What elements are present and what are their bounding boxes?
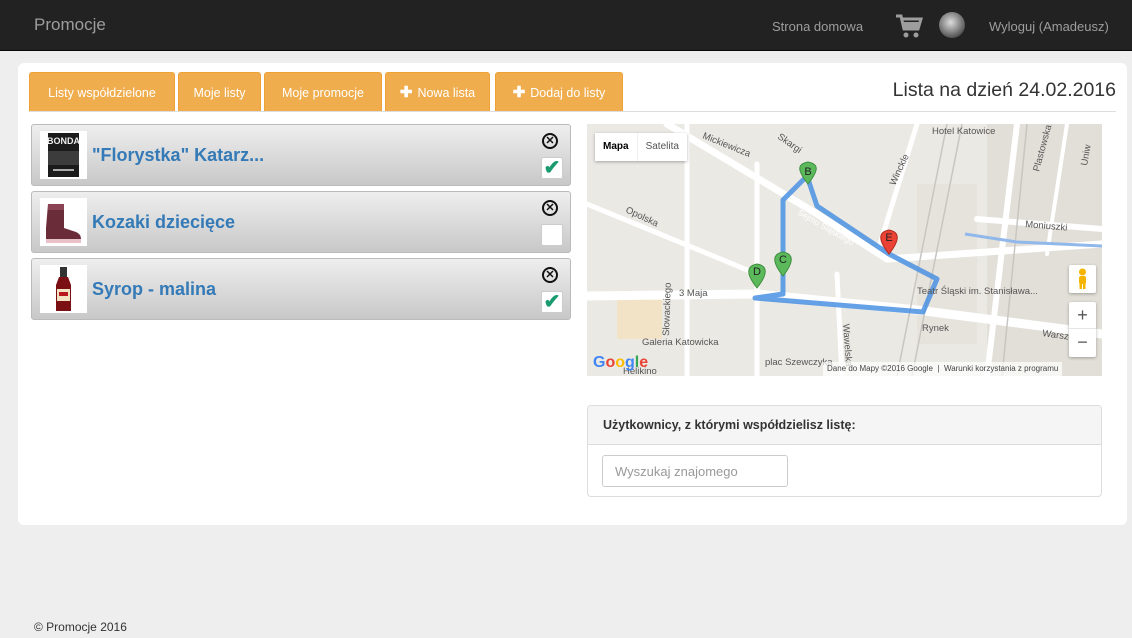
boots-thumbnail (40, 198, 87, 246)
zoom-in-button[interactable]: + (1069, 302, 1096, 329)
map-attribution: Dane do Mapy ©2016 Google | Warunki korz… (823, 362, 1063, 376)
route-map[interactable]: Mickiewicza Skargi Winckle Plastowska Mo… (587, 124, 1102, 376)
marker-label: D (753, 266, 761, 278)
item-name[interactable]: "Florystka" Katarz... (92, 145, 264, 166)
poi-label: Rynek (922, 323, 949, 334)
list-item[interactable]: Kozaki dziecięce ✕ (31, 191, 571, 253)
shared-users-panel: Użytkownicy, z którymi współdzielisz lis… (587, 405, 1102, 497)
poi-label: Teatr Śląski im. Stanisława... (917, 285, 1038, 297)
item-checkbox[interactable]: ✔ (541, 157, 563, 179)
marker-label: B (804, 166, 811, 178)
plus-icon: ✚ (399, 84, 413, 101)
remove-icon[interactable]: ✕ (542, 133, 558, 149)
svg-text:BONDA: BONDA (47, 136, 80, 146)
street-label: Słowackiego (661, 282, 674, 336)
new-list-button[interactable]: ✚ Nowa lista (385, 72, 490, 112)
checkmark-icon: ✔ (543, 157, 561, 179)
tab-label: Moje promocje (282, 86, 364, 100)
list-item[interactable]: Syrop - malina ✕ ✔ (31, 258, 571, 320)
tab-label: Listy współdzielone (48, 86, 156, 100)
avatar[interactable] (939, 12, 965, 38)
list-date-title: Lista na dzień 24.02.2016 (892, 79, 1116, 101)
map-type-satellite-button[interactable]: Satelita (636, 133, 687, 161)
google-logo: Google (593, 354, 649, 371)
map-type-map-button[interactable]: Mapa (595, 133, 637, 161)
remove-icon[interactable]: ✕ (542, 267, 558, 283)
tab-my-promotions[interactable]: Moje promocje (264, 72, 382, 112)
brand-link[interactable]: Promocje (34, 15, 106, 35)
marker-label: E (885, 232, 892, 244)
cart-icon[interactable] (895, 13, 923, 39)
tab-label: Dodaj do listy (530, 86, 606, 100)
book-thumbnail: BONDA (40, 131, 87, 179)
footer-copyright: © Promocje 2016 (34, 620, 127, 634)
map-data-credit: Dane do Mapy ©2016 Google (827, 364, 933, 373)
add-to-list-button[interactable]: ✚ Dodaj do listy (495, 72, 623, 112)
tab-label: Moje listy (193, 86, 246, 100)
street-label: 3 Maja (679, 288, 708, 299)
marker-label: C (779, 254, 787, 266)
zoom-out-button[interactable]: − (1069, 329, 1096, 356)
tab-shared-lists[interactable]: Listy współdzielone (29, 72, 175, 112)
bottle-thumbnail (40, 265, 87, 313)
item-name[interactable]: Kozaki dziecięce (92, 212, 235, 233)
zoom-control: + − (1069, 302, 1096, 357)
list-item[interactable]: BONDA "Florystka" Katarz... ✕ ✔ (31, 124, 571, 186)
tabs-divider (29, 111, 1116, 112)
map-type-control: Mapa Satelita (595, 133, 687, 161)
friend-search-input[interactable] (602, 455, 788, 487)
checkmark-icon: ✔ (543, 291, 561, 313)
item-checkbox[interactable]: ✔ (541, 291, 563, 313)
main-panel: Listy współdzielone Moje listy Moje prom… (18, 63, 1127, 525)
map-canvas[interactable]: Mickiewicza Skargi Winckle Plastowska Mo… (587, 124, 1102, 376)
remove-icon[interactable]: ✕ (542, 200, 558, 216)
poi-label: Hotel Katowice (932, 126, 995, 137)
tab-my-lists[interactable]: Moje listy (178, 72, 261, 112)
item-name[interactable]: Syrop - malina (92, 279, 216, 300)
home-link[interactable]: Strona domowa (772, 19, 863, 34)
shared-users-heading: Użytkownicy, z którymi współdzielisz lis… (588, 406, 1101, 445)
item-checkbox[interactable] (541, 224, 563, 246)
navbar: Promocje Strona domowa Wyloguj (Amadeusz… (0, 0, 1132, 51)
poi-label: Galeria Katowicka (642, 337, 719, 348)
map-terms-link[interactable]: Warunki korzystania z programu (944, 364, 1058, 373)
plus-icon: ✚ (512, 84, 526, 101)
logout-link[interactable]: Wyloguj (Amadeusz) (989, 19, 1109, 34)
pegman-icon[interactable] (1069, 265, 1096, 293)
tab-label: Nowa lista (417, 86, 476, 100)
